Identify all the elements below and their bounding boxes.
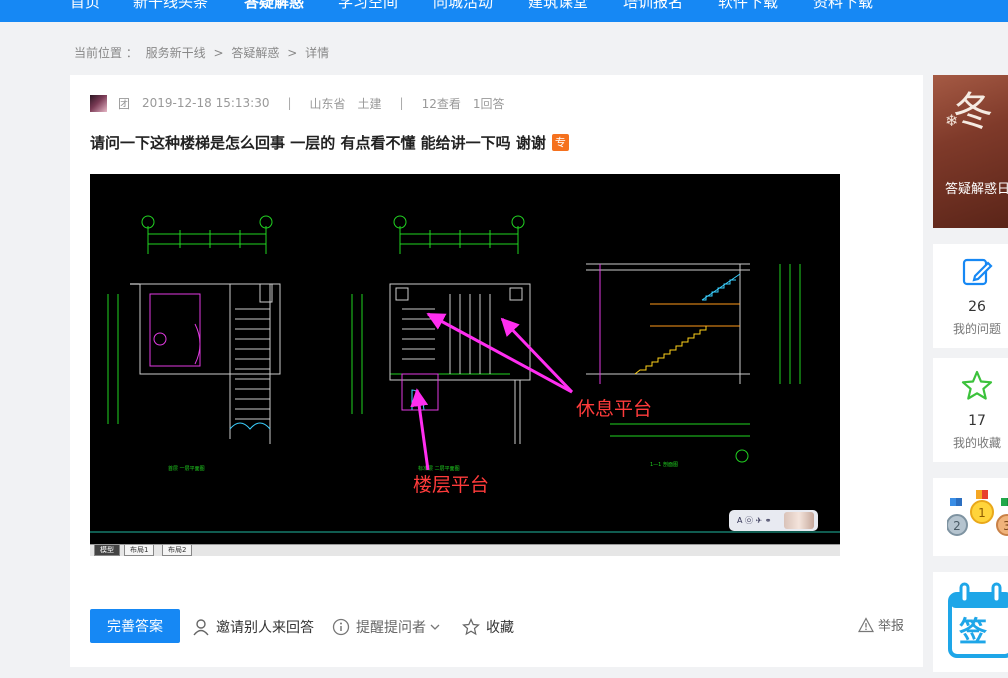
breadcrumb-item[interactable]: 答疑解惑 bbox=[231, 46, 279, 60]
svg-text:首层 一层平面图: 首层 一层平面图 bbox=[168, 465, 205, 472]
avatar[interactable] bbox=[90, 94, 107, 112]
breadcrumb-item[interactable]: 服务新干线 bbox=[146, 46, 206, 60]
edit-icon bbox=[962, 258, 993, 286]
breadcrumb-prefix: 当前位置 ： bbox=[74, 46, 138, 60]
cad-layout-tabs: 模型 布局1 布局2 bbox=[90, 544, 840, 556]
snowflake-icon: ❄ bbox=[945, 111, 959, 130]
medals-card[interactable]: 2 1 3 bbox=[933, 478, 1008, 556]
info-icon bbox=[332, 618, 350, 636]
nav-item-materials[interactable]: 资料下载 bbox=[813, 0, 873, 13]
promo-caption: 答疑解惑日 bbox=[945, 182, 1008, 197]
nav-item-home[interactable]: 首页 bbox=[70, 0, 100, 13]
star-icon bbox=[462, 618, 480, 636]
question-title-text: 请问一下这种楼梯是怎么回事 一层的 有点看不懂 能给讲一下吗 谢谢 bbox=[90, 134, 546, 152]
cad-tab-layout1: 布局1 bbox=[124, 545, 155, 556]
favorite-button[interactable]: 收藏 bbox=[462, 618, 514, 636]
chevron-down-icon bbox=[430, 624, 440, 630]
svg-text:1: 1 bbox=[978, 506, 986, 520]
breadcrumb: 当前位置 ： 服务新干线 > 答疑解惑 > 详情 bbox=[74, 44, 333, 61]
nav-item-classroom[interactable]: 建筑课堂 bbox=[528, 0, 588, 13]
nav-item-qa[interactable]: 答疑解惑 bbox=[244, 0, 304, 13]
promo-banner[interactable]: 冬 ❄ 答疑解惑日 bbox=[933, 75, 1008, 228]
report-link[interactable]: 举报 bbox=[858, 615, 904, 634]
star-outline-icon bbox=[961, 370, 993, 400]
answer-count: 1回答 bbox=[472, 96, 505, 111]
my-questions-card[interactable]: 26 我的问题 bbox=[933, 244, 1008, 348]
breadcrumb-current: 详情 bbox=[305, 46, 330, 60]
report-label: 举报 bbox=[878, 619, 905, 634]
complete-answer-button[interactable]: 完善答案 bbox=[90, 609, 180, 643]
warning-icon bbox=[858, 616, 874, 632]
promo-char: 冬 bbox=[953, 89, 993, 135]
callout-floor-platform: 楼层平台 bbox=[413, 474, 490, 496]
expert-badge: 专 bbox=[551, 134, 569, 151]
post-datetime: 2019-12-18 15:13:30 bbox=[142, 96, 270, 110]
question-image[interactable]: 首层 一层平面图 标准层 二层平面图 1—1 剖面图 休息平台 楼层平台 A ㉧… bbox=[90, 174, 840, 556]
meta-divider: | bbox=[287, 96, 292, 110]
breadcrumb-separator: > bbox=[213, 46, 224, 60]
watermark: A ㉧ ✈ ⚭ bbox=[729, 510, 818, 531]
meta-divider: | bbox=[399, 96, 404, 110]
cad-tab-layout2: 布局2 bbox=[162, 545, 193, 556]
watermark-avatar bbox=[784, 512, 814, 529]
favorite-label: 收藏 bbox=[486, 620, 514, 636]
breadcrumb-separator: > bbox=[287, 46, 298, 60]
view-count: 12查看 bbox=[421, 96, 461, 111]
post-category: 土建 bbox=[357, 96, 382, 111]
invite-answer-link[interactable]: 邀请别人来回答 bbox=[192, 618, 314, 636]
svg-text:2: 2 bbox=[953, 519, 961, 533]
daily-signin-card[interactable]: 签 bbox=[933, 572, 1008, 672]
svg-text:3: 3 bbox=[1003, 519, 1008, 533]
question-card: 团 2019-12-18 15:13:30 | 山东省 土建 | 12查看 1回… bbox=[70, 75, 923, 667]
post-province: 山东省 bbox=[309, 96, 346, 111]
svg-text:1—1 剖面图: 1—1 剖面图 bbox=[650, 461, 678, 468]
user-name[interactable]: 团 bbox=[118, 95, 130, 112]
remind-asker-dropdown[interactable]: 提醒提问者 bbox=[332, 618, 440, 636]
my-favorites-card[interactable]: 17 我的收藏 bbox=[933, 358, 1008, 462]
watermark-text: A ㉧ ✈ ⚭ bbox=[737, 516, 772, 525]
nav-item-training[interactable]: 培训报名 bbox=[623, 0, 683, 13]
nav-item-events[interactable]: 同城活动 bbox=[433, 0, 493, 13]
callout-rest-platform: 休息平台 bbox=[576, 398, 653, 420]
nav-item-headlines[interactable]: 新干线头条 bbox=[133, 0, 208, 13]
medals-icon: 2 1 3 bbox=[947, 490, 1008, 536]
nav-item-learning[interactable]: 学习空间 bbox=[338, 0, 398, 13]
user-icon bbox=[193, 619, 209, 636]
cad-drawing: 首层 一层平面图 标准层 二层平面图 1—1 剖面图 bbox=[90, 215, 840, 533]
nav-item-software[interactable]: 软件下载 bbox=[718, 0, 778, 13]
question-title: 请问一下这种楼梯是怎么回事 一层的 有点看不懂 能给讲一下吗 谢谢 专 bbox=[90, 132, 569, 153]
cad-tab-model: 模型 bbox=[94, 545, 120, 556]
remind-label: 提醒提问者 bbox=[356, 620, 426, 636]
top-nav: 首页 新干线头条 答疑解惑 学习空间 同城活动 建筑课堂 培训报名 软件下载 资… bbox=[0, 0, 1008, 22]
invite-label: 邀请别人来回答 bbox=[216, 620, 314, 636]
signin-char: 签 bbox=[959, 615, 988, 648]
question-meta: 团 2019-12-18 15:13:30 | 山东省 土建 | 12查看 1回… bbox=[90, 94, 505, 112]
